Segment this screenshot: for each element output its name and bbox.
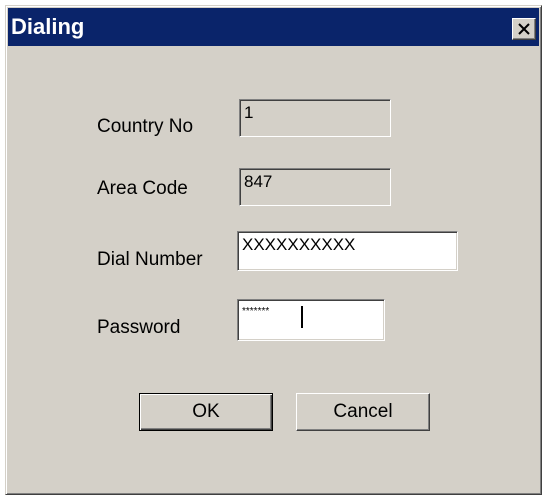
window-title: Dialing bbox=[11, 14, 85, 39]
close-button[interactable] bbox=[512, 18, 536, 40]
cancel-button[interactable]: Cancel bbox=[296, 393, 430, 431]
country-no-label: Country No bbox=[97, 116, 194, 137]
title-bar[interactable]: Dialing bbox=[8, 8, 539, 46]
password-mask: ******* bbox=[242, 306, 270, 317]
password-input[interactable]: ******* bbox=[237, 299, 385, 341]
area-code-field: 847 bbox=[239, 168, 391, 206]
text-cursor bbox=[301, 306, 303, 328]
dial-number-input[interactable]: XXXXXXXXXX bbox=[237, 231, 458, 271]
ok-button[interactable]: OK bbox=[139, 393, 273, 431]
country-no-field: 1 bbox=[239, 99, 391, 137]
area-code-label: Area Code bbox=[97, 178, 188, 199]
close-icon bbox=[518, 23, 530, 35]
dialing-dialog: Dialing Country No 1 Area Code 847 Dial … bbox=[5, 5, 542, 495]
password-label: Password bbox=[97, 317, 181, 338]
dial-number-label: Dial Number bbox=[97, 249, 203, 270]
